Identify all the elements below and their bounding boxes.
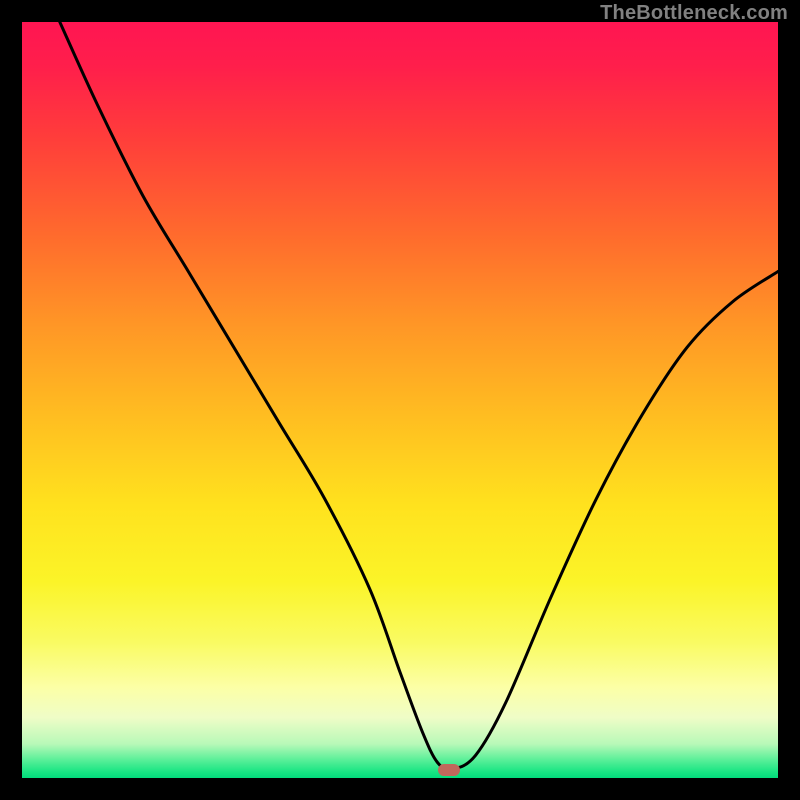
watermark-text: TheBottleneck.com (600, 2, 788, 25)
curve-svg (22, 22, 778, 778)
plot-area (22, 22, 778, 778)
chart-frame: TheBottleneck.com (0, 0, 800, 800)
bottleneck-curve-path (60, 22, 778, 769)
optimal-point-marker (438, 764, 460, 776)
